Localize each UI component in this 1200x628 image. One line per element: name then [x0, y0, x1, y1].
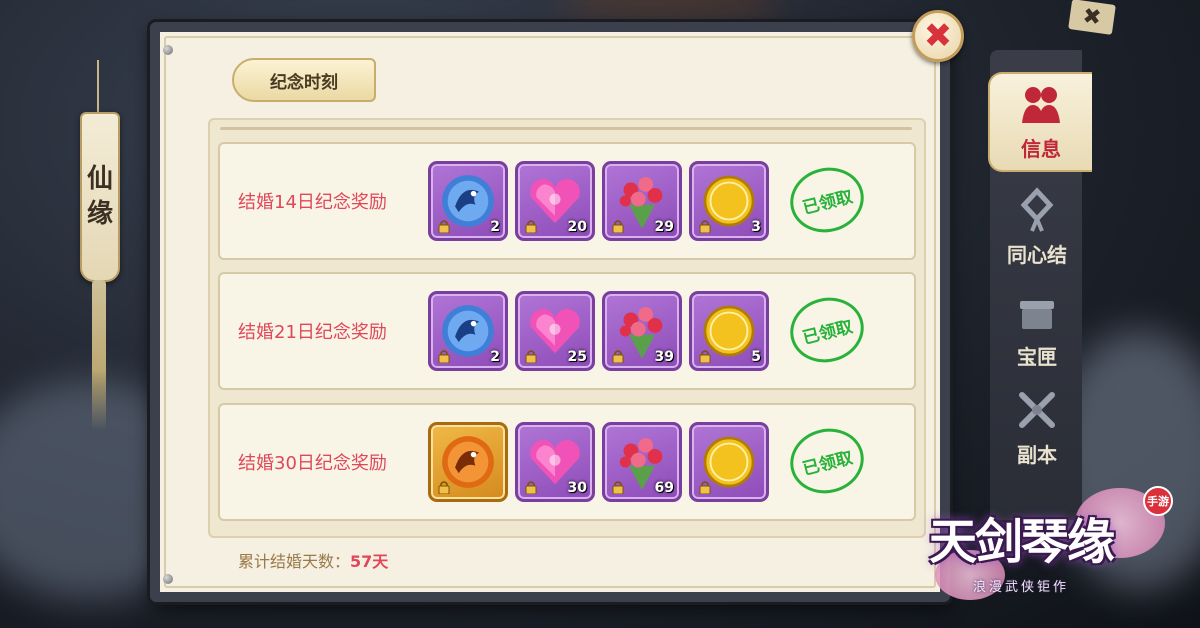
chest-icon — [1020, 301, 1054, 329]
reward-row: 结婚30日纪念奖励 30 69 已领取 — [218, 403, 916, 521]
lock-icon — [612, 481, 624, 494]
row-title: 结婚21日纪念奖励 — [238, 322, 387, 343]
tab-concentric-knot[interactable]: 同心结 — [994, 176, 1080, 276]
reward-item-slot[interactable]: 20 — [515, 161, 595, 241]
tab-label: 宝匣 — [1017, 345, 1057, 369]
tab-treasure-box[interactable]: 宝匣 — [994, 278, 1080, 378]
lock-icon — [438, 350, 450, 363]
reward-item-slot[interactable]: 2 — [428, 291, 508, 371]
item-count: 69 — [654, 480, 674, 496]
corner-close-button[interactable]: ✖ — [1068, 0, 1116, 35]
close-icon: ✖ — [923, 16, 953, 56]
claimed-stamp: 已领取 — [783, 420, 871, 502]
reward-item-slot[interactable]: 2 — [428, 161, 508, 241]
rivet-decoration — [163, 574, 173, 584]
tag-char: 仙 — [86, 163, 113, 194]
lock-icon — [525, 220, 537, 233]
game-logo: 天剑琴缘 浪漫武侠钜作 手游 — [925, 480, 1190, 610]
crossed-swords-icon — [1019, 392, 1055, 428]
reward-item-slot[interactable]: 30 — [515, 422, 595, 502]
item-count: 39 — [654, 349, 674, 365]
reward-item-slot[interactable] — [428, 422, 508, 502]
item-count: 2 — [490, 219, 500, 235]
row-title: 结婚14日纪念奖励 — [238, 192, 387, 213]
item-count: 30 — [567, 480, 587, 496]
lock-icon — [438, 220, 450, 233]
tassel-decoration — [92, 280, 106, 430]
reward-item-slot[interactable]: 5 — [689, 291, 769, 371]
close-button[interactable]: ✖ — [912, 10, 964, 62]
tab-label: 信息 — [1021, 137, 1061, 161]
reward-item-slot[interactable] — [689, 422, 769, 502]
lock-icon — [699, 481, 711, 494]
lock-icon — [612, 220, 624, 233]
total-label: 累计结婚天数： — [238, 552, 351, 571]
lock-icon — [525, 481, 537, 494]
lock-icon — [699, 350, 711, 363]
item-count: 25 — [567, 349, 587, 365]
list-divider — [220, 127, 912, 130]
tag-char: 缘 — [86, 199, 113, 229]
logo-badge: 手游 — [1143, 486, 1173, 516]
logo-subtitle: 浪漫武侠钜作 — [973, 580, 1070, 595]
claimed-stamp: 已领取 — [783, 159, 871, 241]
xianyuan-hanging-tag[interactable]: 仙 缘 — [80, 112, 120, 282]
reward-row: 结婚14日纪念奖励 2 20 29 3 已领取 — [218, 142, 916, 260]
claimed-stamp: 已领取 — [783, 289, 871, 371]
close-icon: ✖ — [1081, 3, 1103, 31]
tab-label: 同心结 — [1007, 243, 1067, 267]
knot-icon — [1020, 187, 1054, 232]
reward-item-slot[interactable]: 3 — [689, 161, 769, 241]
logo-title: 天剑琴缘 — [929, 514, 1115, 570]
item-count: 29 — [654, 219, 674, 235]
lock-icon — [612, 350, 624, 363]
item-count: 2 — [490, 349, 500, 365]
item-count: 3 — [751, 219, 761, 235]
section-title: 纪念时刻 — [270, 72, 338, 93]
reward-row: 结婚21日纪念奖励 2 25 39 5 已领取 — [218, 272, 916, 390]
tag-string — [97, 60, 99, 120]
reward-item-slot[interactable]: 25 — [515, 291, 595, 371]
tab-label: 副本 — [1017, 443, 1057, 467]
total-value: 57天 — [350, 552, 389, 571]
section-title-tab: 纪念时刻 — [232, 58, 376, 102]
reward-item-slot[interactable]: 39 — [602, 291, 682, 371]
lock-icon — [438, 481, 450, 494]
total-married-days: 累计结婚天数：57天 — [238, 548, 388, 572]
reward-item-slot[interactable]: 69 — [602, 422, 682, 502]
tab-dungeon[interactable]: 副本 — [994, 376, 1080, 476]
rivet-decoration — [163, 45, 173, 55]
couple-icon — [1022, 87, 1060, 123]
reward-item-slot[interactable]: 29 — [602, 161, 682, 241]
item-count: 5 — [751, 349, 761, 365]
item-count: 20 — [567, 219, 587, 235]
tab-info[interactable]: 信息 — [988, 72, 1092, 172]
lock-icon — [525, 350, 537, 363]
row-title: 结婚30日纪念奖励 — [238, 453, 387, 474]
lock-icon — [699, 220, 711, 233]
